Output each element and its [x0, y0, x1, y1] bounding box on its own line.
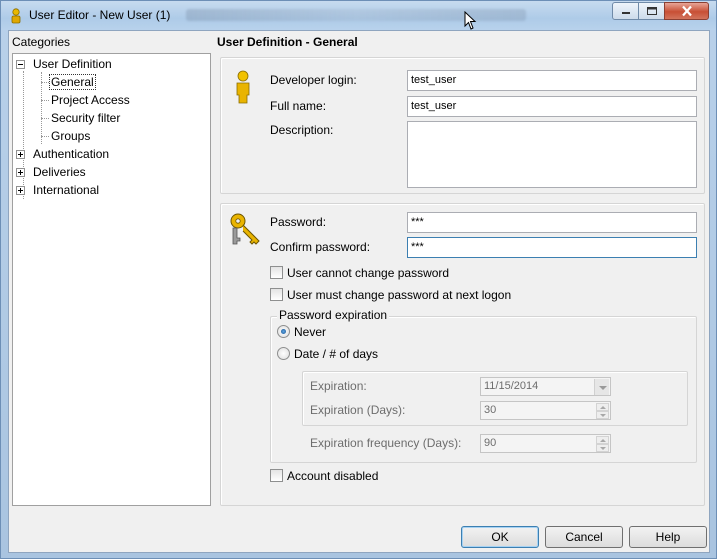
tree-line: [41, 100, 49, 101]
tree-item-general[interactable]: General: [49, 74, 96, 91]
checkbox-box[interactable]: [270, 288, 283, 301]
description-field[interactable]: [407, 121, 697, 188]
tree-item-label: User Definition: [33, 57, 112, 71]
user-lock-icon: [11, 8, 21, 24]
help-button[interactable]: Help: [629, 526, 707, 548]
tree-item-international[interactable]: International: [16, 182, 101, 199]
cancel-button[interactable]: Cancel: [545, 526, 623, 548]
dialog-body: Categories User Definition General Proje…: [8, 30, 710, 553]
categories-label: Categories: [12, 35, 71, 49]
expand-icon[interactable]: [16, 186, 25, 195]
expand-icon[interactable]: [16, 150, 25, 159]
confirm-password-label: Confirm password:: [270, 240, 371, 254]
tree-item-security-filter[interactable]: Security filter: [49, 110, 122, 127]
tree-item-label: Authentication: [33, 147, 110, 161]
user-icon: [236, 70, 250, 104]
date-days-radio[interactable]: Date / # of days: [277, 346, 378, 362]
minimize-icon: [621, 12, 630, 14]
password-expiration-legend: Password expiration: [277, 308, 390, 322]
password-group: Password: *** Confirm password: *** User…: [220, 203, 705, 506]
spin-down-icon[interactable]: [596, 444, 609, 452]
tree-item-project-access[interactable]: Project Access: [49, 92, 132, 109]
never-radio[interactable]: Never: [277, 324, 326, 340]
tree-item-groups[interactable]: Groups: [49, 128, 92, 145]
expiration-frequency-value: 90: [484, 437, 497, 449]
tree-item-label: Deliveries: [33, 165, 86, 179]
expiration-days-label: Expiration (Days):: [310, 403, 406, 417]
tree-line: [41, 136, 49, 137]
tree-item-label: International: [33, 183, 100, 197]
collapse-icon[interactable]: [16, 60, 25, 69]
checkbox-label: Account disabled: [287, 469, 379, 483]
categories-tree[interactable]: User Definition General Project Access S…: [12, 53, 211, 506]
tree-item-label: Project Access: [51, 93, 130, 107]
radio-dot[interactable]: [277, 347, 290, 360]
radio-dot[interactable]: [277, 325, 290, 338]
full-name-field[interactable]: test_user: [407, 96, 697, 117]
spin-buttons[interactable]: [596, 436, 609, 452]
expiration-days-value: 30: [484, 404, 497, 416]
close-button[interactable]: [664, 2, 709, 20]
keys-icon: [230, 213, 260, 245]
window-title: User Editor - New User (1): [29, 8, 171, 22]
user-editor-window: User Editor - New User (1) Categories Us…: [0, 0, 717, 559]
tree-item-label: Security filter: [51, 111, 121, 125]
must-change-password-checkbox[interactable]: User must change password at next logon: [270, 287, 511, 303]
expiration-frequency-label: Expiration frequency (Days):: [310, 436, 462, 450]
password-field[interactable]: ***: [407, 212, 697, 233]
tree-item-label: General: [49, 74, 96, 90]
ok-button[interactable]: OK: [461, 526, 539, 548]
description-label: Description:: [270, 123, 334, 137]
full-name-label: Full name:: [270, 99, 327, 113]
close-icon: [681, 5, 692, 17]
expiration-date-value: 11/15/2014: [484, 380, 539, 392]
checkbox-box[interactable]: [270, 266, 283, 279]
checkbox-label: User must change password at next logon: [287, 288, 512, 302]
expiration-label: Expiration:: [310, 379, 367, 393]
page-title: User Definition - General: [217, 35, 358, 49]
expand-icon[interactable]: [16, 168, 25, 177]
spin-up-icon[interactable]: [596, 403, 609, 411]
title-bar[interactable]: User Editor - New User (1): [1, 1, 716, 30]
tree-line: [41, 82, 49, 83]
checkbox-label: User cannot change password: [287, 266, 450, 280]
tree-item-user-definition[interactable]: User Definition: [16, 56, 114, 73]
confirm-password-field[interactable]: ***: [407, 237, 697, 258]
expiration-date-combo[interactable]: 11/15/2014: [480, 377, 611, 396]
maximize-button[interactable]: [638, 2, 665, 20]
developer-login-field[interactable]: test_user: [407, 70, 697, 91]
tree-item-authentication[interactable]: Authentication: [16, 146, 111, 163]
spin-buttons[interactable]: [596, 403, 609, 419]
maximize-icon: [646, 7, 657, 15]
cannot-change-password-checkbox[interactable]: User cannot change password: [270, 265, 449, 281]
spin-up-icon[interactable]: [596, 436, 609, 444]
password-label: Password:: [270, 215, 327, 229]
checkbox-box[interactable]: [270, 469, 283, 482]
expiration-days-stepper[interactable]: 30: [480, 401, 611, 420]
spin-down-icon[interactable]: [596, 411, 609, 419]
identity-group: Developer login: test_user Full name: te…: [220, 57, 705, 194]
cursor-icon: [464, 11, 477, 30]
minimize-button[interactable]: [612, 2, 639, 20]
tree-item-label: Groups: [51, 129, 91, 143]
radio-label: Date / # of days: [294, 347, 379, 361]
tree-line: [23, 71, 24, 199]
account-disabled-checkbox[interactable]: Account disabled: [270, 468, 378, 484]
tree-line: [41, 118, 49, 119]
developer-login-label: Developer login:: [270, 73, 357, 87]
expiration-frequency-stepper[interactable]: 90: [480, 434, 611, 453]
tree-item-deliveries[interactable]: Deliveries: [16, 164, 88, 181]
radio-label: Never: [294, 325, 327, 339]
chevron-down-icon[interactable]: [594, 379, 609, 395]
